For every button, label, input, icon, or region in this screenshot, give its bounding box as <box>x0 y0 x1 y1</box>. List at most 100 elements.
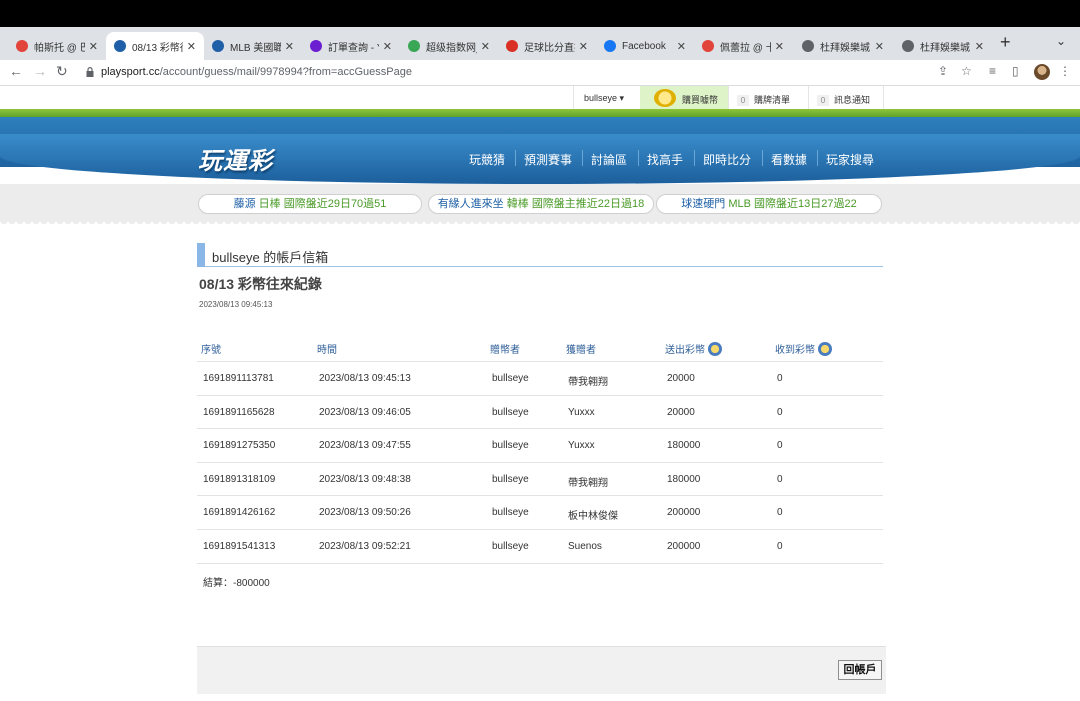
forward-arrow-icon[interactable]: → <box>33 63 47 79</box>
ticker-record: 國際盤近29日70過51 <box>283 198 387 210</box>
table-cell: 180000 <box>667 440 701 452</box>
table-cell: 180000 <box>667 473 701 485</box>
table-cell: bullseye <box>492 473 529 485</box>
table-row: 1691891541313 2023/08/13 09:52:21 bullseye… <box>197 530 883 564</box>
column-header: 送出彩幣 <box>665 341 722 356</box>
tab-title: 訂單查詢 - Ya <box>328 42 379 54</box>
tab-title: 杜拜娛樂城 <box>920 42 970 54</box>
close-tab-icon[interactable]: ✕ <box>975 40 984 53</box>
kebab-menu-icon[interactable]: ⋮ <box>1059 64 1071 78</box>
table-cell: 2023/08/13 09:46:05 <box>319 406 411 418</box>
back-arrow-icon[interactable]: ← <box>9 63 23 79</box>
table-cell: 2023/08/13 09:48:38 <box>319 473 411 485</box>
site-logo[interactable]: 玩運彩 <box>198 141 273 176</box>
user-menu[interactable]: bullseye ▾ <box>573 86 639 110</box>
playsport-icon <box>114 40 126 52</box>
table-row: 1691891426162 2023/08/13 09:50:26 bullseye… <box>197 496 883 530</box>
table-cell: bullseye <box>492 541 529 552</box>
tab-search-icon[interactable]: ⌄ <box>1056 34 1066 48</box>
browser-tab[interactable]: 足球比分直播 ✕ <box>498 32 596 60</box>
header-green-band <box>0 109 1080 117</box>
nav-menu-item[interactable]: 玩家搜尋 <box>826 151 874 168</box>
close-tab-icon[interactable]: ✕ <box>579 40 588 53</box>
close-tab-icon[interactable]: ✕ <box>187 40 196 53</box>
browser-tab[interactable]: 訂單查詢 - Ya ✕ <box>302 32 400 60</box>
table-cell: 1691891165628 <box>203 406 275 418</box>
url-omnibox[interactable]: playsport.cc/account/guess/mail/9978994?… <box>78 62 983 84</box>
nav-menu-item[interactable]: 看數據 <box>771 151 807 168</box>
nav-menu-item[interactable]: 即時比分 <box>703 151 751 168</box>
column-header: 收到彩幣 <box>775 341 832 356</box>
expert-ticker[interactable]: 藤源 日棒 國際盤近29日70過51 <box>198 194 422 214</box>
playsport-icon <box>212 40 224 52</box>
ticker-league: MLB <box>728 198 751 210</box>
ticker-league: 日棒 <box>258 198 281 210</box>
table-cell: 1691891541313 <box>203 541 276 552</box>
table-cell: 板中林俊傑 <box>568 511 618 523</box>
browser-tab[interactable]: 08/13 彩幣往 ✕ <box>106 32 204 60</box>
buy-label: 購買噱幣 <box>682 95 719 105</box>
bookmark-star-icon[interactable]: ☆ <box>961 64 972 78</box>
column-header-label: 送出彩幣 <box>665 345 705 356</box>
tab-title: 杜拜娛樂城 <box>820 42 870 54</box>
new-tab-button[interactable]: + <box>1000 32 1011 53</box>
browser-tab[interactable]: 佩蕾拉 @ 卡斯 ✕ <box>694 32 792 60</box>
url-host: playsport.cc <box>101 66 160 78</box>
table-cell: bullseye <box>492 440 529 452</box>
close-tab-icon[interactable]: ✕ <box>481 40 490 53</box>
close-tab-icon[interactable]: ✕ <box>89 40 98 53</box>
nav-menu-item[interactable]: 玩競猜 <box>469 151 505 168</box>
close-tab-icon[interactable]: ✕ <box>383 40 392 53</box>
notifications-link[interactable]: 0 訊息通知 <box>808 86 884 110</box>
table-cell: bullseye <box>492 507 529 519</box>
table-row: 1691891165628 2023/08/13 09:46:05 bullseye… <box>197 396 883 430</box>
expert-ticker[interactable]: 有緣人進來坐 韓棒 國際盤主推近22日過18 <box>428 194 654 214</box>
ticker-league: 韓棒 <box>506 198 529 210</box>
msg-label: 訊息通知 <box>834 95 871 105</box>
share-icon[interactable]: ⇪ <box>938 64 948 78</box>
close-tab-icon[interactable]: ✕ <box>285 40 294 53</box>
close-tab-icon[interactable]: ✕ <box>677 40 686 53</box>
nav-separator <box>762 150 763 166</box>
back-to-account-button[interactable]: 回帳戶 <box>838 660 882 680</box>
tab-title: MLB 美國職棒 <box>230 42 281 54</box>
expert-ticker[interactable]: 球速硬門 MLB 國際盤近13日27過22 <box>656 194 882 214</box>
reload-icon[interactable]: ↻ <box>56 63 68 80</box>
profile-avatar[interactable] <box>1034 64 1050 80</box>
msg-count: 0 <box>817 95 829 106</box>
mailbox-heading: bullseye 的帳戶信箱 <box>212 250 329 265</box>
column-header: 時間 <box>317 341 337 356</box>
browser-tab[interactable]: 超级指数网_主 ✕ <box>400 32 498 60</box>
site-utility-bar: bullseye ▾ 購買噱幣 0 購牌清單 0 訊息通知 <box>0 86 1080 110</box>
table-cell: 20000 <box>667 373 695 384</box>
tab-title: 帕斯托 @ 巴斯 <box>34 42 85 54</box>
nav-menu-item[interactable]: 預測賽事 <box>524 151 572 168</box>
facebook-icon <box>604 40 616 52</box>
tab-title: 超级指数网_主 <box>426 42 477 54</box>
url-path: /account/guess/mail/9978994?from=accGues… <box>159 66 412 78</box>
table-cell: 2023/08/13 09:47:55 <box>319 440 411 452</box>
browser-tab[interactable]: 帕斯托 @ 巴斯 ✕ <box>8 32 106 60</box>
table-cell: 1691891275350 <box>203 440 276 452</box>
tab-title: 08/13 彩幣往 <box>132 42 183 54</box>
browser-tab[interactable]: MLB 美國職棒 ✕ <box>204 32 302 60</box>
browser-tab[interactable]: 杜拜娛樂城 ✕ <box>794 32 892 60</box>
header-accent-bar <box>197 243 205 267</box>
side-panel-icon[interactable]: ▯ <box>1012 64 1019 78</box>
reading-list-icon[interactable]: ≡ <box>989 64 996 78</box>
coin-icon <box>818 341 832 356</box>
ticker-record: 國際盤主推近22日過18 <box>531 198 645 210</box>
table-cell: 帶我翱翔 <box>568 477 608 489</box>
cart-link[interactable]: 0 購牌清單 <box>728 86 808 110</box>
nav-menu-item[interactable]: 找高手 <box>647 151 683 168</box>
nav-menu-item[interactable]: 討論區 <box>591 151 627 168</box>
red-circle-icon <box>16 40 28 52</box>
browser-tab[interactable]: Facebook ✕ <box>596 32 694 60</box>
table-row: 1691891318109 2023/08/13 09:48:38 bullseye… <box>197 463 883 497</box>
close-tab-icon[interactable]: ✕ <box>775 40 784 53</box>
buy-coins-button[interactable]: 購買噱幣 <box>640 86 728 110</box>
table-cell: 2023/08/13 09:50:26 <box>319 507 411 519</box>
browser-tab[interactable]: 杜拜娛樂城 ✕ <box>894 32 992 60</box>
close-tab-icon[interactable]: ✕ <box>875 40 884 53</box>
table-row: 1691891113781 2023/08/13 09:45:13 bullseye… <box>197 362 883 396</box>
